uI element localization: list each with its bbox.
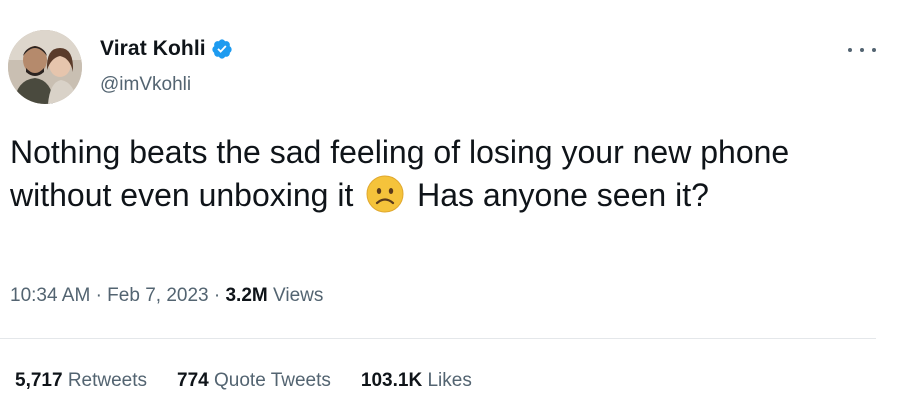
likes-label: Likes <box>427 370 472 391</box>
tweet-meta: 10:34 AM · Feb 7, 2023 · 3.2M Views <box>10 285 323 307</box>
profile-photo-icon <box>8 30 82 104</box>
quote-tweets-stat[interactable]: 774 Quote Tweets <box>177 370 331 392</box>
tweet-card: Virat Kohli @imVkohli Nothing beats the … <box>0 0 904 409</box>
tweet-time[interactable]: 10:34 AM <box>10 285 90 306</box>
likes-count: 103.1K <box>360 370 423 391</box>
divider <box>0 338 876 339</box>
display-name[interactable]: Virat Kohli <box>100 37 206 61</box>
tweet-stats: 5,717 Retweets 774 Quote Tweets 103.1K L… <box>15 370 502 392</box>
more-options-icon[interactable] <box>848 40 876 60</box>
verified-badge-icon <box>212 39 232 59</box>
tweet-text-part-2: Has anyone seen it? <box>417 177 709 213</box>
likes-stat[interactable]: 103.1K Likes <box>361 370 472 392</box>
more-dot <box>860 48 864 52</box>
author-handle[interactable]: @imVkohli <box>100 74 191 96</box>
retweets-stat[interactable]: 5,717 Retweets <box>15 370 147 392</box>
views-count: 3.2M <box>225 285 268 306</box>
meta-separator: · <box>95 285 102 306</box>
author-row: Virat Kohli <box>100 37 233 61</box>
views-label: Views <box>273 285 324 306</box>
more-dot <box>872 48 876 52</box>
meta-separator: · <box>213 285 221 306</box>
tweet-text: Nothing beats the sad feeling of losing … <box>10 131 890 217</box>
quote-tweets-count: 774 <box>177 370 209 391</box>
sad-face-emoji-icon <box>366 175 404 213</box>
tweet-date[interactable]: Feb 7, 2023 <box>107 285 208 306</box>
quote-tweets-label: Quote Tweets <box>214 370 331 391</box>
retweets-count: 5,717 <box>15 370 63 391</box>
retweets-label: Retweets <box>67 370 148 391</box>
avatar[interactable] <box>8 30 82 104</box>
more-dot <box>848 48 852 52</box>
